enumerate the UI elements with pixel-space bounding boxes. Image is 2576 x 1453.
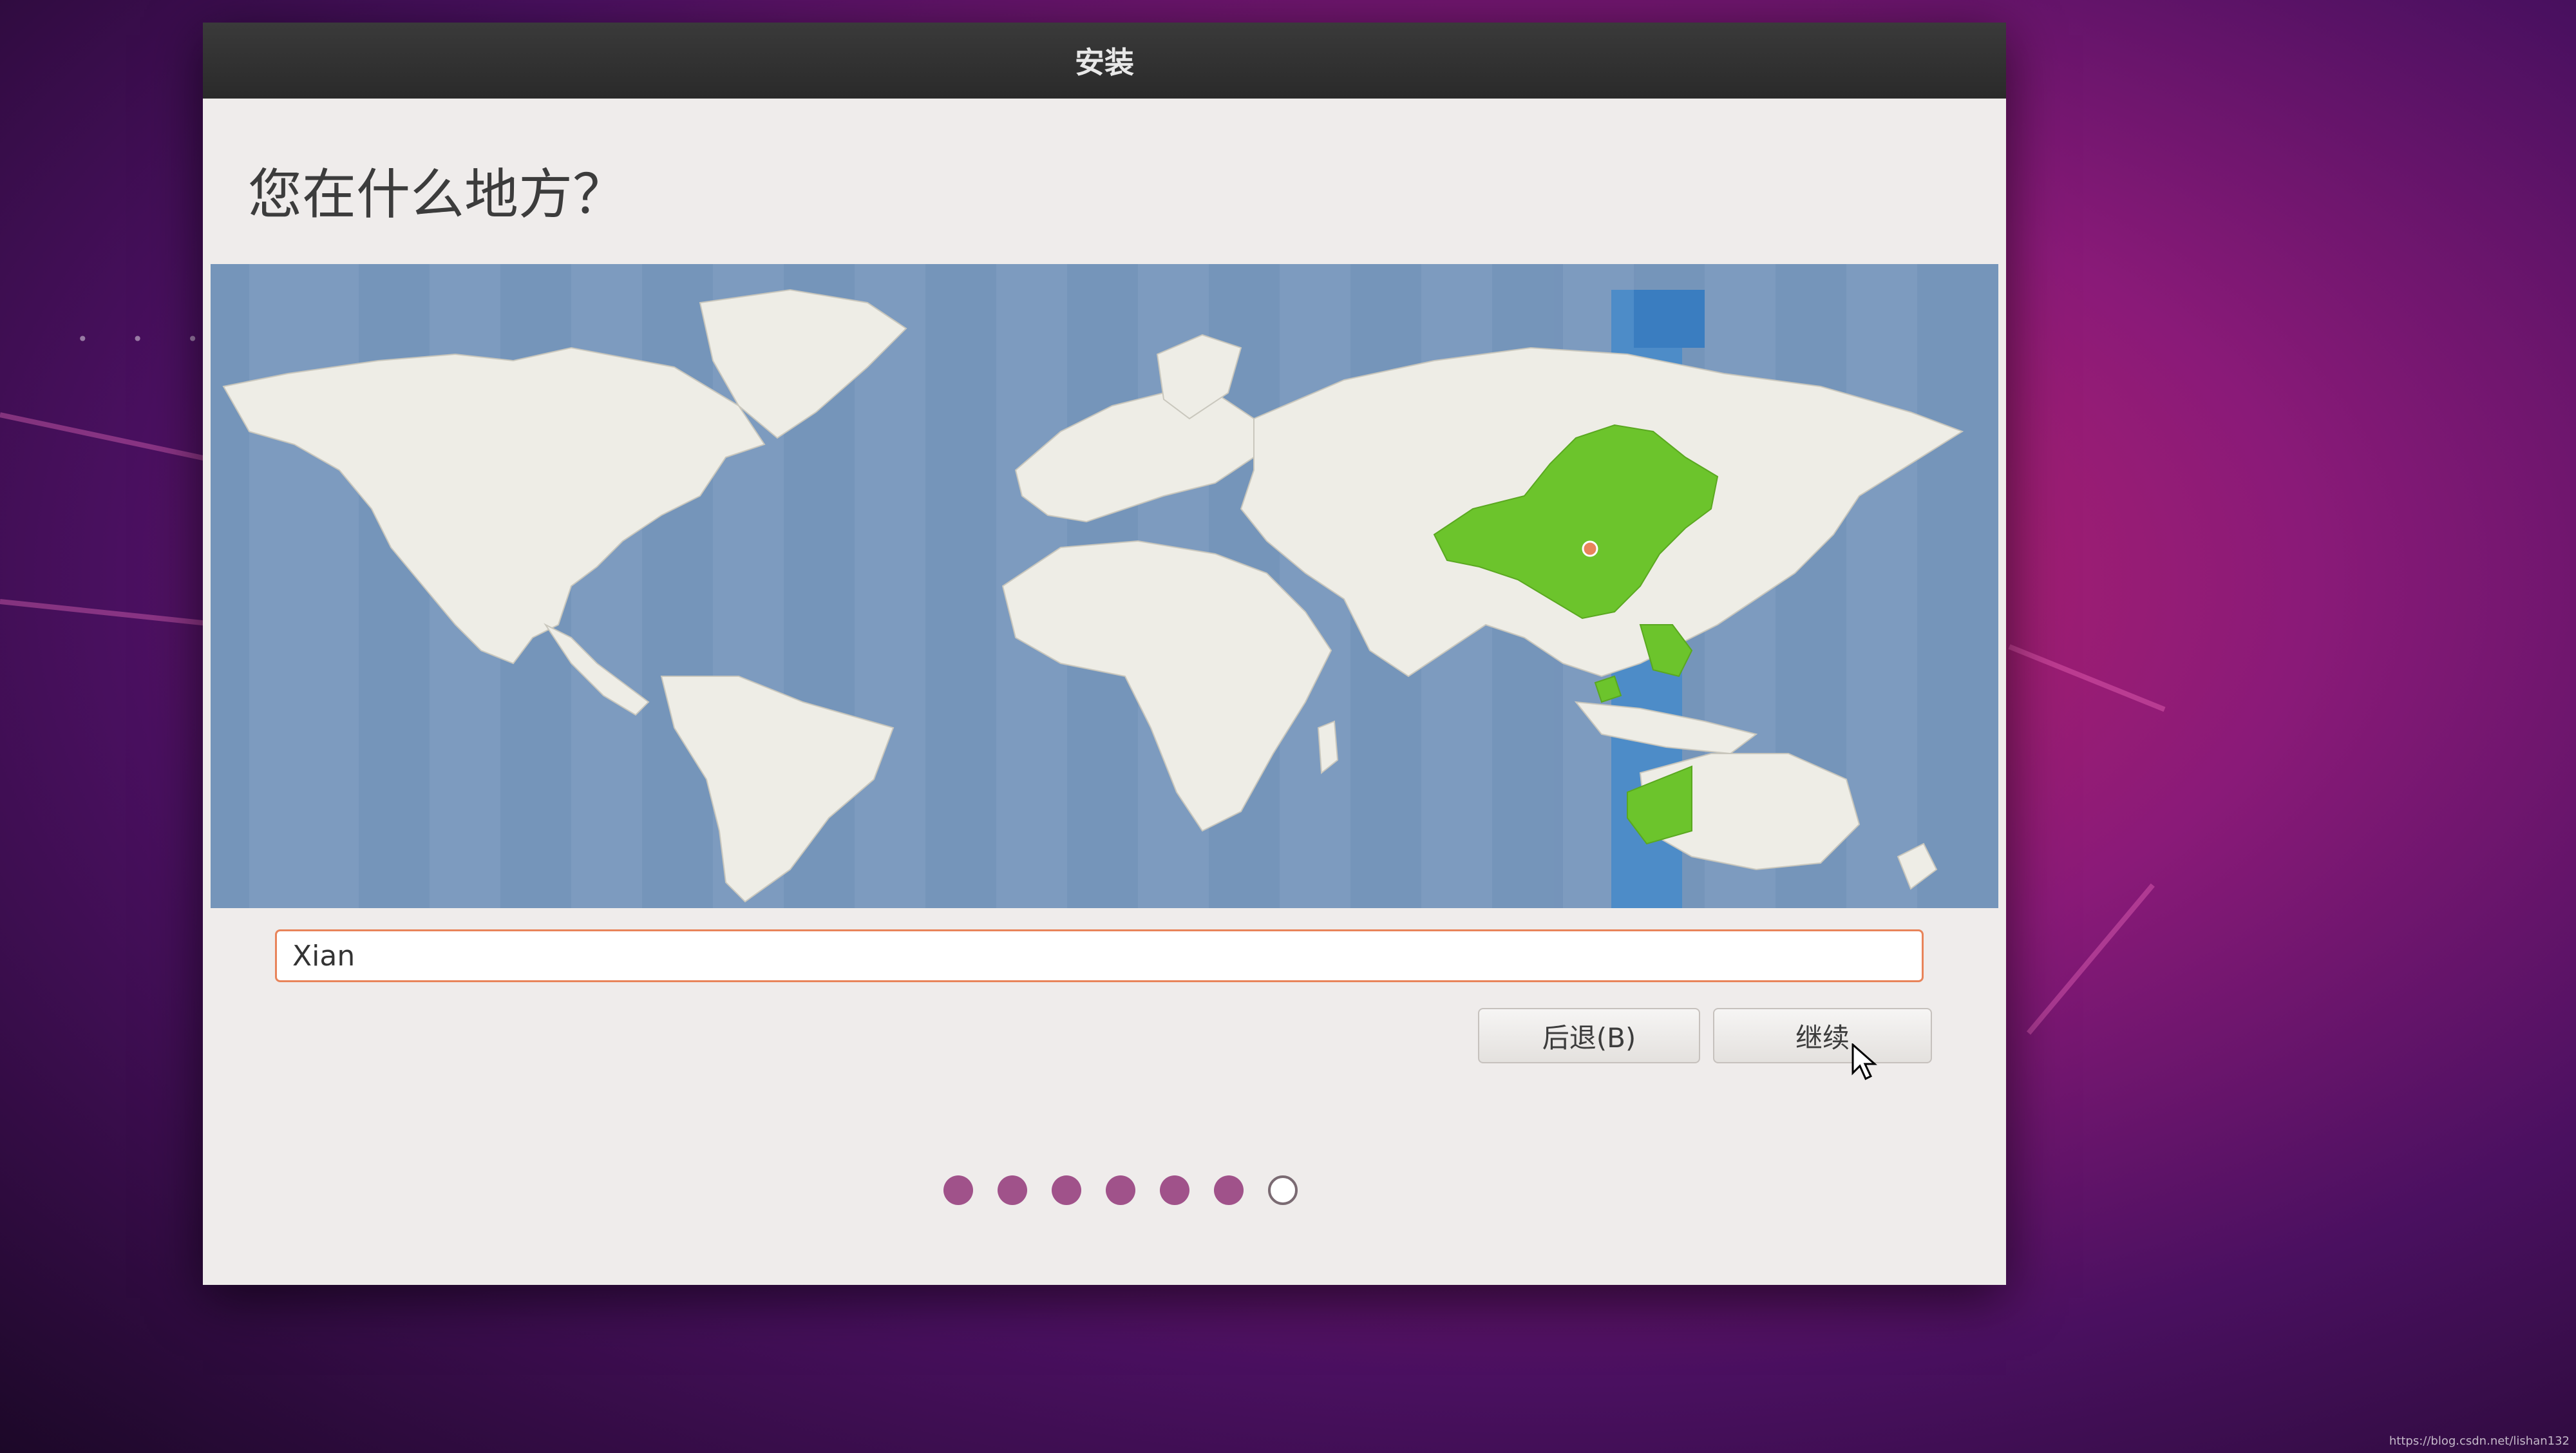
selected-city-marker: [1582, 540, 1598, 557]
location-input[interactable]: [275, 929, 1924, 982]
world-map-graphic: [211, 264, 1998, 908]
progress-dot-filled: [1214, 1175, 1244, 1205]
progress-dot-filled: [943, 1175, 973, 1205]
progress-dot-empty: [1268, 1175, 1298, 1205]
progress-dot-filled: [998, 1175, 1027, 1205]
watermark-text: https://blog.csdn.net/lishan132: [2389, 1434, 2570, 1448]
timezone-map[interactable]: [211, 264, 1998, 908]
progress-dot-filled: [1160, 1175, 1189, 1205]
continue-button-label: 继续: [1795, 1021, 1850, 1054]
africa: [1001, 540, 1332, 832]
mouse-cursor-icon: [1852, 1043, 1877, 1081]
back-button[interactable]: 后退(B): [1478, 1008, 1700, 1063]
progress-indicator: [943, 1175, 1298, 1205]
madagascar: [1317, 720, 1339, 774]
wallpaper-line: [2008, 644, 2166, 712]
progress-dot-filled: [1106, 1175, 1135, 1205]
page-title: 您在什么地方？: [248, 163, 627, 226]
back-button-label: 后退(B): [1542, 1021, 1636, 1054]
window-titlebar[interactable]: 安装: [203, 23, 2006, 99]
continue-button[interactable]: 继续: [1713, 1008, 1932, 1063]
progress-dot-filled: [1052, 1175, 1081, 1205]
window-title: 安装: [1075, 45, 1134, 80]
installer-window: 安装 您在什么地方？ Xian 后退(B) 继续: [203, 23, 2006, 1285]
wallpaper-line: [2026, 883, 2155, 1035]
